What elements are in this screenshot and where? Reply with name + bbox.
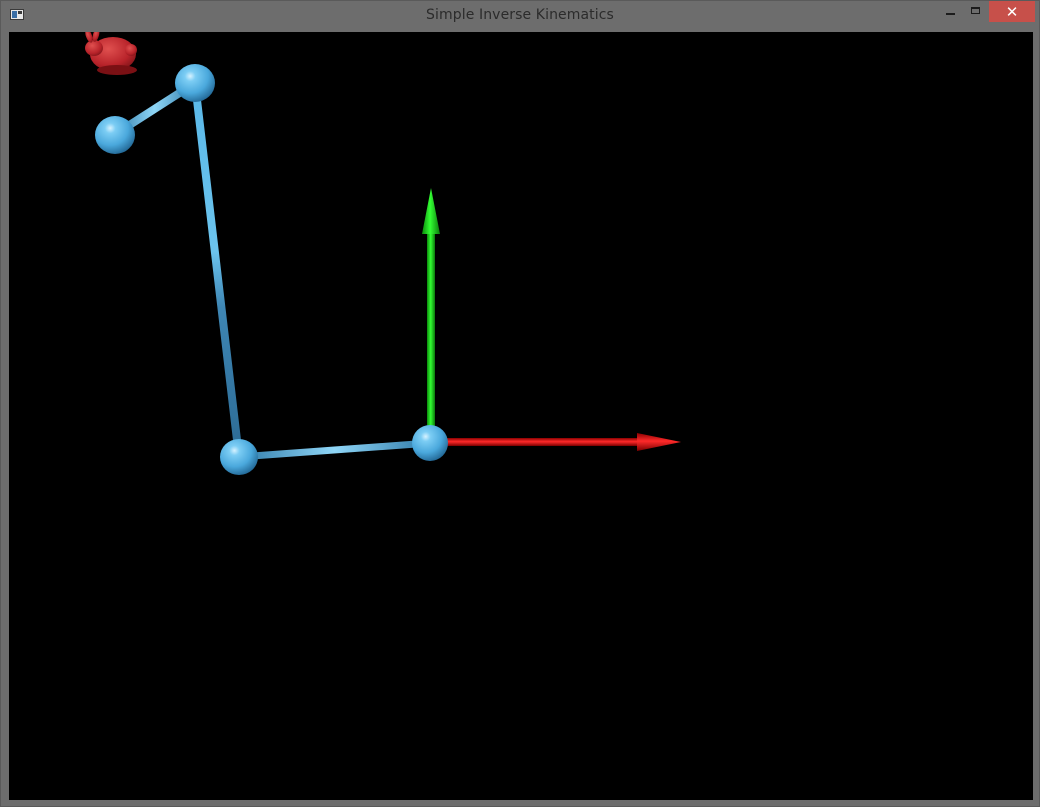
y-axis-arrow (422, 188, 440, 442)
joint-root[interactable] (412, 425, 448, 461)
y-axis-head (422, 188, 440, 234)
joint-2[interactable] (175, 64, 215, 102)
x-axis-head (637, 433, 681, 451)
joint-end-effector[interactable] (95, 116, 135, 154)
minimize-icon (946, 13, 955, 15)
window-title: Simple Inverse Kinematics (426, 7, 614, 23)
scene-canvas[interactable] (9, 32, 1033, 800)
render-viewport[interactable] (9, 32, 1033, 800)
bone-upper (191, 79, 243, 461)
ik-chain-joints (95, 64, 448, 475)
close-button[interactable]: ✕ (989, 1, 1035, 22)
bunny-base (97, 65, 137, 75)
y-axis-shaft (427, 230, 435, 442)
ik-chain-bones (110, 79, 434, 461)
minimize-button[interactable] (937, 1, 963, 22)
application-window: Simple Inverse Kinematics ✕ (0, 0, 1040, 807)
bunny-head (85, 40, 103, 56)
target-bunny[interactable] (84, 32, 137, 75)
bone-lower (235, 439, 434, 461)
x-axis-shaft (433, 438, 643, 446)
x-axis-arrow (433, 433, 681, 451)
title-bar[interactable]: Simple Inverse Kinematics ✕ (1, 1, 1039, 31)
maximize-icon (971, 7, 980, 14)
close-icon: ✕ (1005, 3, 1019, 21)
bunny-tail (125, 44, 137, 56)
joint-1[interactable] (220, 439, 258, 475)
maximize-button[interactable] (963, 1, 989, 22)
